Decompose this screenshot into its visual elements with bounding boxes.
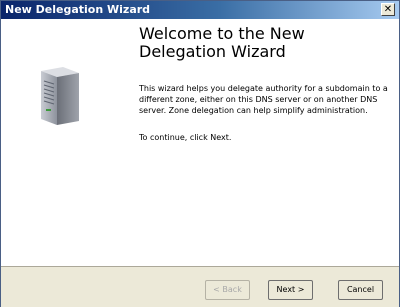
title-bar[interactable]: New Delegation Wizard ✕ (1, 1, 399, 19)
server-icon (41, 67, 79, 125)
continue-instruction: To continue, click Next. (139, 133, 232, 142)
wizard-content: Welcome to the New Delegation Wizard Thi… (139, 25, 391, 143)
back-button[interactable]: < Back (205, 280, 250, 300)
wizard-description: This wizard helps you delegate authority… (139, 84, 388, 115)
close-button[interactable]: ✕ (381, 3, 395, 16)
button-bar: < Back Next > Cancel (1, 266, 399, 307)
wizard-window: New Delegation Wizard ✕ Welcome to the N… (0, 0, 400, 307)
wizard-side-panel (1, 19, 131, 266)
page-title: Welcome to the New Delegation Wizard (139, 24, 305, 61)
cancel-button[interactable]: Cancel (338, 280, 383, 300)
window-title: New Delegation Wizard (5, 3, 151, 16)
next-button[interactable]: Next > (268, 280, 313, 300)
close-icon: ✕ (383, 4, 393, 15)
